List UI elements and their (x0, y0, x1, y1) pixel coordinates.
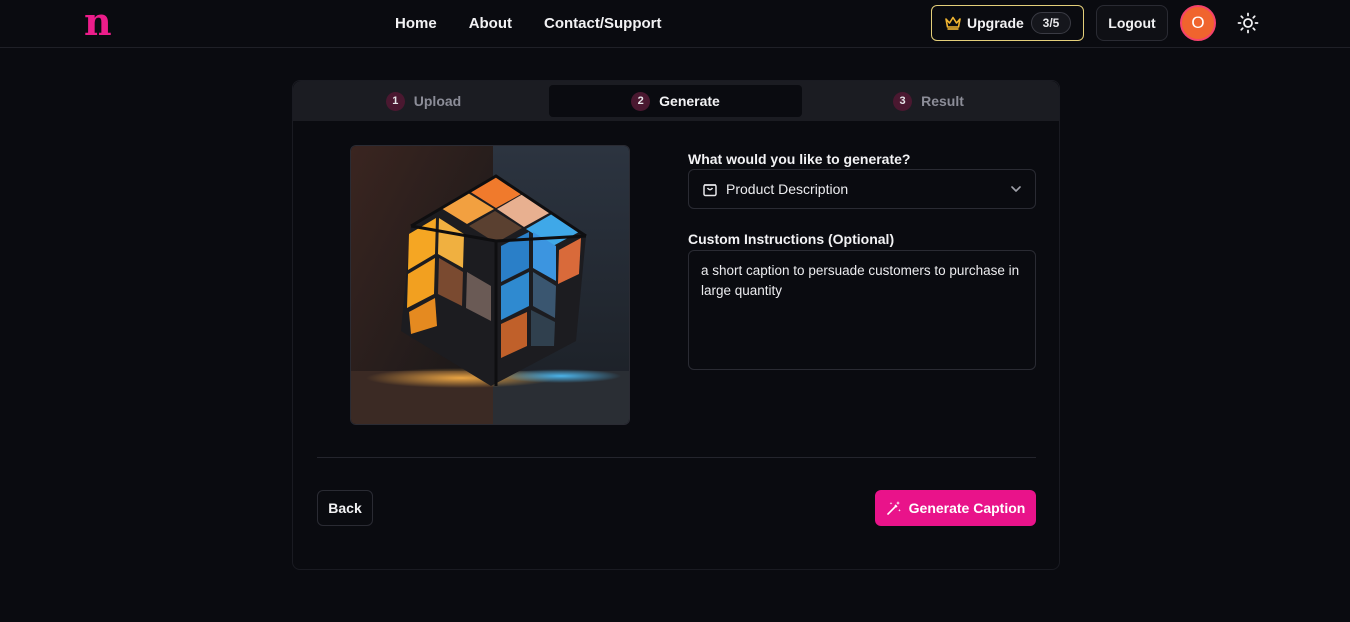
tab-upload[interactable]: 1 Upload (297, 85, 550, 117)
sun-icon[interactable] (1237, 12, 1259, 34)
uploaded-product-image (350, 145, 630, 425)
usage-count-badge: 3/5 (1031, 12, 1071, 34)
step-number: 2 (631, 91, 651, 111)
chevron-down-icon (1011, 186, 1021, 192)
generate-card: 1 Upload 2 Generate 3 Result What would … (292, 80, 1060, 570)
step-number: 1 (385, 91, 405, 111)
custom-instructions-label: Custom Instructions (Optional) (688, 231, 895, 247)
tab-result[interactable]: 3 Result (802, 85, 1055, 117)
step-number: 3 (893, 91, 913, 111)
generate-type-select[interactable]: Product Description (688, 169, 1036, 209)
step-tabs: 1 Upload 2 Generate 3 Result (293, 81, 1059, 121)
step-label: Result (921, 93, 964, 109)
app-logo[interactable]: n (84, 2, 112, 42)
crown-icon (945, 16, 961, 30)
divider (317, 457, 1036, 458)
generate-caption-label: Generate Caption (908, 500, 1026, 516)
generate-caption-button[interactable]: Generate Caption (875, 490, 1036, 526)
magic-wand-icon (886, 501, 901, 515)
logout-button[interactable]: Logout (1096, 5, 1168, 41)
top-navbar: n Home About Contact/Support Upgrade 3/5… (0, 0, 1350, 48)
main-nav: Home About Contact/Support (395, 15, 662, 33)
back-button[interactable]: Back (317, 490, 373, 526)
tab-generate[interactable]: 2 Generate (549, 85, 802, 117)
generate-type-label: What would you like to generate? (688, 151, 911, 167)
step-label: Generate (659, 93, 720, 109)
avatar[interactable]: O (1180, 5, 1216, 41)
upgrade-button[interactable]: Upgrade 3/5 (931, 5, 1084, 41)
nav-link-home[interactable]: Home (395, 15, 437, 33)
nav-link-about[interactable]: About (469, 15, 512, 33)
step-label: Upload (413, 93, 462, 109)
selected-option: Product Description (726, 181, 849, 197)
shopping-bag-icon (703, 184, 717, 197)
custom-instructions-input[interactable]: a short caption to persuade customers to… (688, 250, 1036, 370)
upgrade-label: Upgrade (967, 15, 1024, 31)
nav-link-contact[interactable]: Contact/Support (544, 15, 662, 33)
